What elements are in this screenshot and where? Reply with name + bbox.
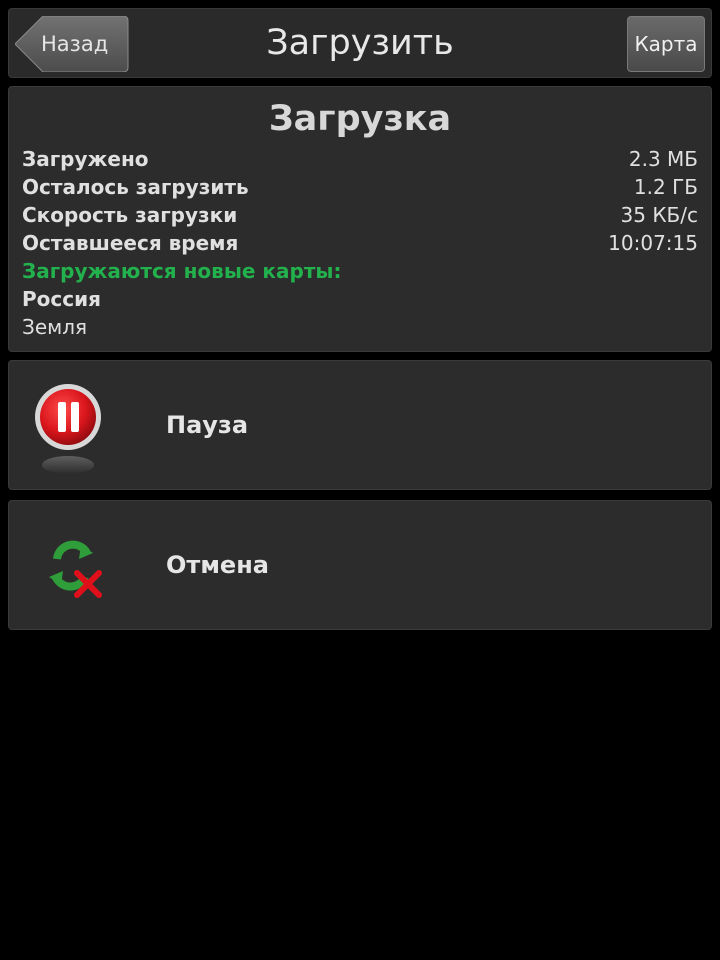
pause-label: Пауза — [166, 411, 249, 439]
new-maps-heading: Загружаются новые карты: — [22, 257, 698, 285]
back-button[interactable]: Назад — [15, 16, 129, 72]
header-bar: Назад Загрузить Карта — [8, 8, 712, 78]
download-title: Загрузка — [268, 99, 452, 139]
map-name: Земля — [22, 315, 88, 339]
download-info-panel: Загрузка Загружено 2.3 МБ Осталось загру… — [8, 86, 712, 352]
back-button-label: Назад — [41, 32, 109, 56]
page-title: Загрузить — [266, 23, 454, 63]
cancel-label: Отмена — [166, 551, 269, 579]
stat-value: 1.2 ГБ — [633, 175, 698, 199]
stat-value: 35 КБ/с — [620, 203, 698, 227]
stat-speed: Скорость загрузки 35 КБ/с — [22, 201, 698, 229]
map-item-russia: Россия — [22, 285, 698, 313]
cancel-refresh-icon — [49, 540, 102, 598]
stat-time-left: Оставшееся время 10:07:15 — [22, 229, 698, 257]
pause-icon — [35, 384, 101, 474]
stat-label: Скорость загрузки — [22, 203, 238, 227]
stat-value: 2.3 МБ — [628, 147, 698, 171]
new-maps-label: Загружаются новые карты: — [22, 259, 342, 283]
stat-label: Осталось загрузить — [22, 175, 249, 199]
pause-button[interactable]: Пауза — [8, 360, 712, 490]
map-button[interactable]: Карта — [627, 16, 705, 72]
map-name: Россия — [22, 287, 101, 311]
stat-label: Загружено — [22, 147, 149, 171]
stat-value: 10:07:15 — [608, 231, 698, 255]
stat-remaining: Осталось загрузить 1.2 ГБ — [22, 173, 698, 201]
cancel-button[interactable]: Отмена — [8, 500, 712, 630]
stat-label: Оставшееся время — [22, 231, 239, 255]
map-item-earth: Земля — [22, 313, 698, 341]
stat-downloaded: Загружено 2.3 МБ — [22, 145, 698, 173]
